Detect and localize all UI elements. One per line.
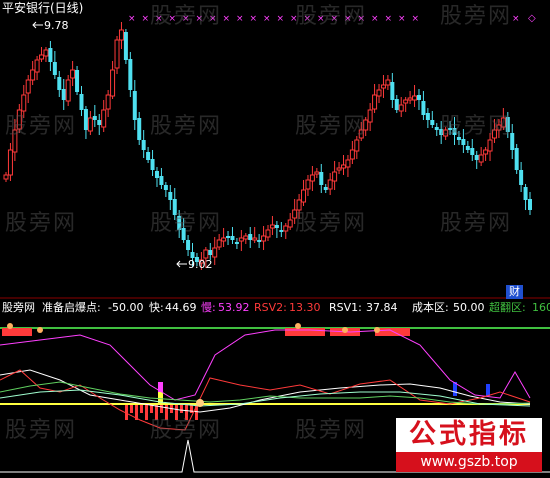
chart-title: 平安银行(日线) bbox=[2, 1, 84, 15]
watermark: 股旁网 bbox=[295, 418, 368, 443]
signal-block bbox=[375, 328, 410, 336]
watermark: 股旁网 bbox=[150, 4, 223, 29]
histogram-bar bbox=[140, 405, 143, 413]
logo-title: 公式指标 bbox=[396, 418, 542, 452]
overbought-label: 超翻区: bbox=[489, 301, 526, 314]
signal-runner-icon bbox=[37, 327, 43, 333]
overbought-value: 160 bbox=[532, 301, 550, 314]
watermark: 股旁网 bbox=[440, 211, 513, 236]
watermark: 股旁网 bbox=[5, 114, 78, 139]
watermark: 股旁网 bbox=[295, 211, 368, 236]
watermark: 股旁网 bbox=[295, 114, 368, 139]
signal-runner-icon bbox=[342, 327, 348, 333]
signal-runner-icon bbox=[295, 323, 301, 329]
signal-runner-icon bbox=[374, 327, 380, 333]
watermark: 股旁网 bbox=[295, 4, 368, 29]
histogram-bar bbox=[145, 405, 148, 420]
watermark: 股旁网 bbox=[5, 211, 78, 236]
signal-dot-icon bbox=[196, 399, 204, 407]
signal-bar-blue bbox=[486, 384, 490, 396]
watermark: 股旁网 bbox=[440, 4, 513, 29]
signal-runner-icon bbox=[7, 323, 13, 329]
fast-line bbox=[0, 369, 531, 413]
high-price-label: 9.78 bbox=[44, 19, 69, 32]
logo-url: www.gszb.top bbox=[396, 452, 542, 472]
watermark: 股旁网 bbox=[150, 418, 223, 443]
chart-window: { "top_pane": { "title": "平安银行(日线)", "hi… bbox=[0, 0, 550, 478]
rsv1-value: 37.84 bbox=[366, 301, 398, 314]
indicator-chart[interactable] bbox=[0, 0, 550, 478]
fast-label: 快: bbox=[149, 301, 164, 314]
watermark: 股旁网 bbox=[150, 114, 223, 139]
low-price-label: 9.02 bbox=[188, 258, 213, 271]
brand-logo: 公式指标 www.gszb.top bbox=[396, 418, 542, 474]
finance-badge[interactable]: 财 bbox=[506, 285, 523, 299]
signal-block bbox=[2, 328, 32, 336]
slow-value: 53.92 bbox=[218, 301, 250, 314]
watermark: 股旁网 bbox=[150, 211, 223, 236]
rsv2-label: RSV2: bbox=[254, 301, 287, 314]
histogram-bar bbox=[130, 405, 133, 413]
indicator-site-label: 股旁网 bbox=[2, 301, 35, 314]
rsv1-label: RSV1: bbox=[329, 301, 362, 314]
watermark: 股旁网 bbox=[5, 418, 78, 443]
cost-zone-label: 成本区: bbox=[412, 301, 449, 314]
indicator-name: 准备启爆点: bbox=[42, 301, 101, 314]
slow-label: 慢: bbox=[201, 301, 216, 314]
signal-block bbox=[285, 328, 325, 336]
fast-value: 44.69 bbox=[165, 301, 197, 314]
indicator-name-value: -50.00 bbox=[108, 301, 144, 314]
cost-zone-value: 50.00 bbox=[453, 301, 485, 314]
rsv2-value: 13.30 bbox=[289, 301, 321, 314]
watermark: 股旁网 bbox=[440, 114, 513, 139]
